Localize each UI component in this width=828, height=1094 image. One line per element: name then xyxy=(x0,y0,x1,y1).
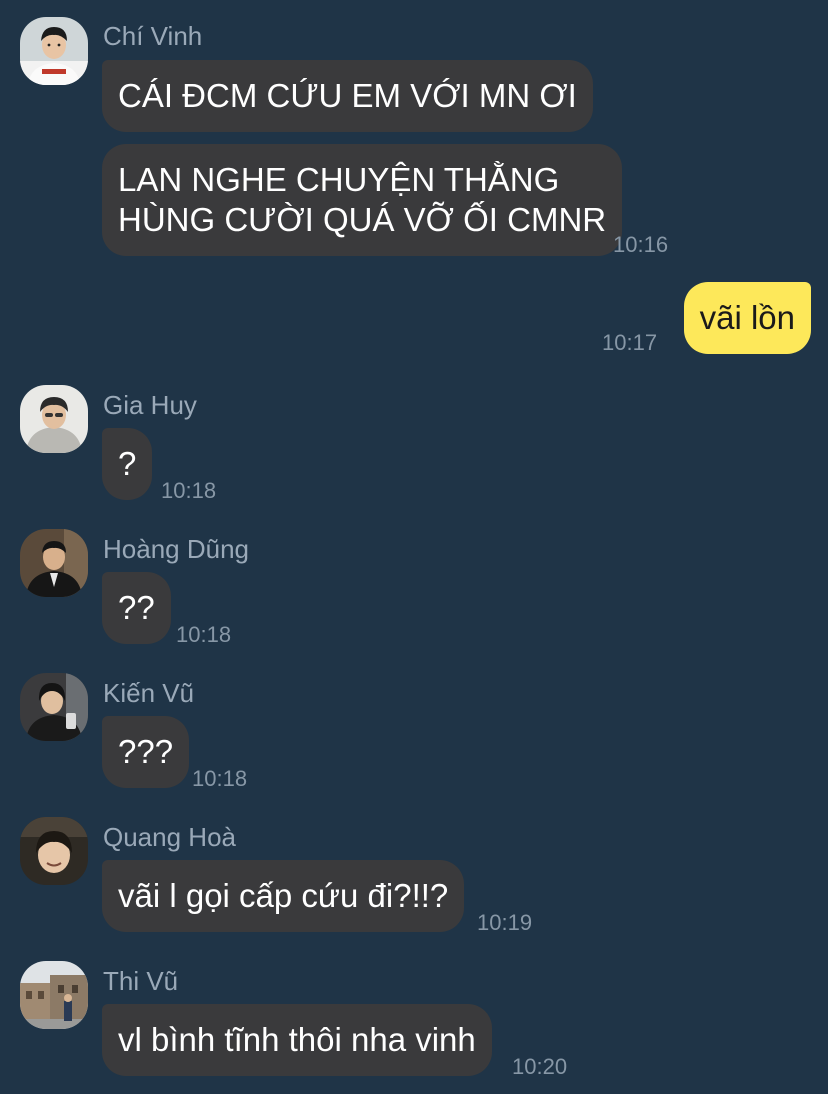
avatar-thi-vu-icon xyxy=(20,961,88,1029)
message-timestamp: 10:18 xyxy=(176,622,232,647)
message-text: LAN NGHE CHUYỆN THẰNG xyxy=(118,161,560,198)
message-bubble[interactable]: ? xyxy=(102,428,153,500)
sender-avatar[interactable] xyxy=(20,529,88,597)
message-bubble[interactable]: LAN NGHE CHUYỆN THẰNG HÙNG CƯỜI QUÁ VỠ Ố… xyxy=(102,144,623,256)
message-bubble[interactable]: ??? xyxy=(102,716,190,788)
chat-thread[interactable]: Chí Vinh CÁI ĐCM CỨU EM VỚI MN ƠI LAN NG… xyxy=(0,0,828,1094)
avatar-quang-hoa-icon xyxy=(20,817,88,885)
message-text: CÁI ĐCM CỨU EM VỚI MN ƠI xyxy=(118,77,577,114)
sender-avatar[interactable] xyxy=(20,385,88,453)
message-text: vãi l gọi cấp cứu đi?!!? xyxy=(118,877,449,914)
avatar-gia-huy-icon xyxy=(20,385,88,453)
sender-avatar[interactable] xyxy=(20,817,88,885)
message-text: HÙNG CƯỜI QUÁ VỠ ỐI CMNR xyxy=(118,201,607,238)
message-text: vãi lồn xyxy=(699,299,795,336)
sender-name: Thi Vũ xyxy=(103,966,179,996)
message-bubble[interactable]: vãi l gọi cấp cứu đi?!!? xyxy=(102,860,465,932)
message-timestamp: 10:17 xyxy=(602,330,658,355)
message-text: ?? xyxy=(118,589,155,626)
avatar-kien-vu-icon xyxy=(20,673,88,741)
message-bubble[interactable]: vl bình tĩnh thôi nha vinh xyxy=(102,1004,492,1076)
sender-name: Quang Hoà xyxy=(103,822,236,852)
message-timestamp: 10:20 xyxy=(512,1054,568,1079)
sender-name: Gia Huy xyxy=(103,390,197,420)
sender-name: Chí Vinh xyxy=(103,21,203,51)
sender-name: Hoàng Dũng xyxy=(103,534,249,564)
message-bubble[interactable]: ?? xyxy=(102,572,171,644)
sender-avatar[interactable] xyxy=(20,673,88,741)
message-text: ? xyxy=(118,445,137,482)
message-timestamp: 10:18 xyxy=(192,766,248,791)
sender-avatar[interactable] xyxy=(20,961,88,1029)
message-bubble-outgoing[interactable]: vãi lồn xyxy=(683,282,811,354)
message-timestamp: 10:18 xyxy=(161,478,217,503)
avatar-hoang-dung-icon xyxy=(20,529,88,597)
avatar-chi-vinh-icon xyxy=(20,17,88,85)
sender-avatar[interactable] xyxy=(20,17,88,85)
message-bubble[interactable]: CÁI ĐCM CỨU EM VỚI MN ƠI xyxy=(102,60,593,132)
sender-name: Kiến Vũ xyxy=(103,678,195,708)
message-timestamp: 10:19 xyxy=(477,910,533,935)
message-text: ??? xyxy=(118,733,174,770)
message-text: vl bình tĩnh thôi nha vinh xyxy=(118,1021,476,1058)
message-timestamp: 10:16 xyxy=(613,232,669,257)
